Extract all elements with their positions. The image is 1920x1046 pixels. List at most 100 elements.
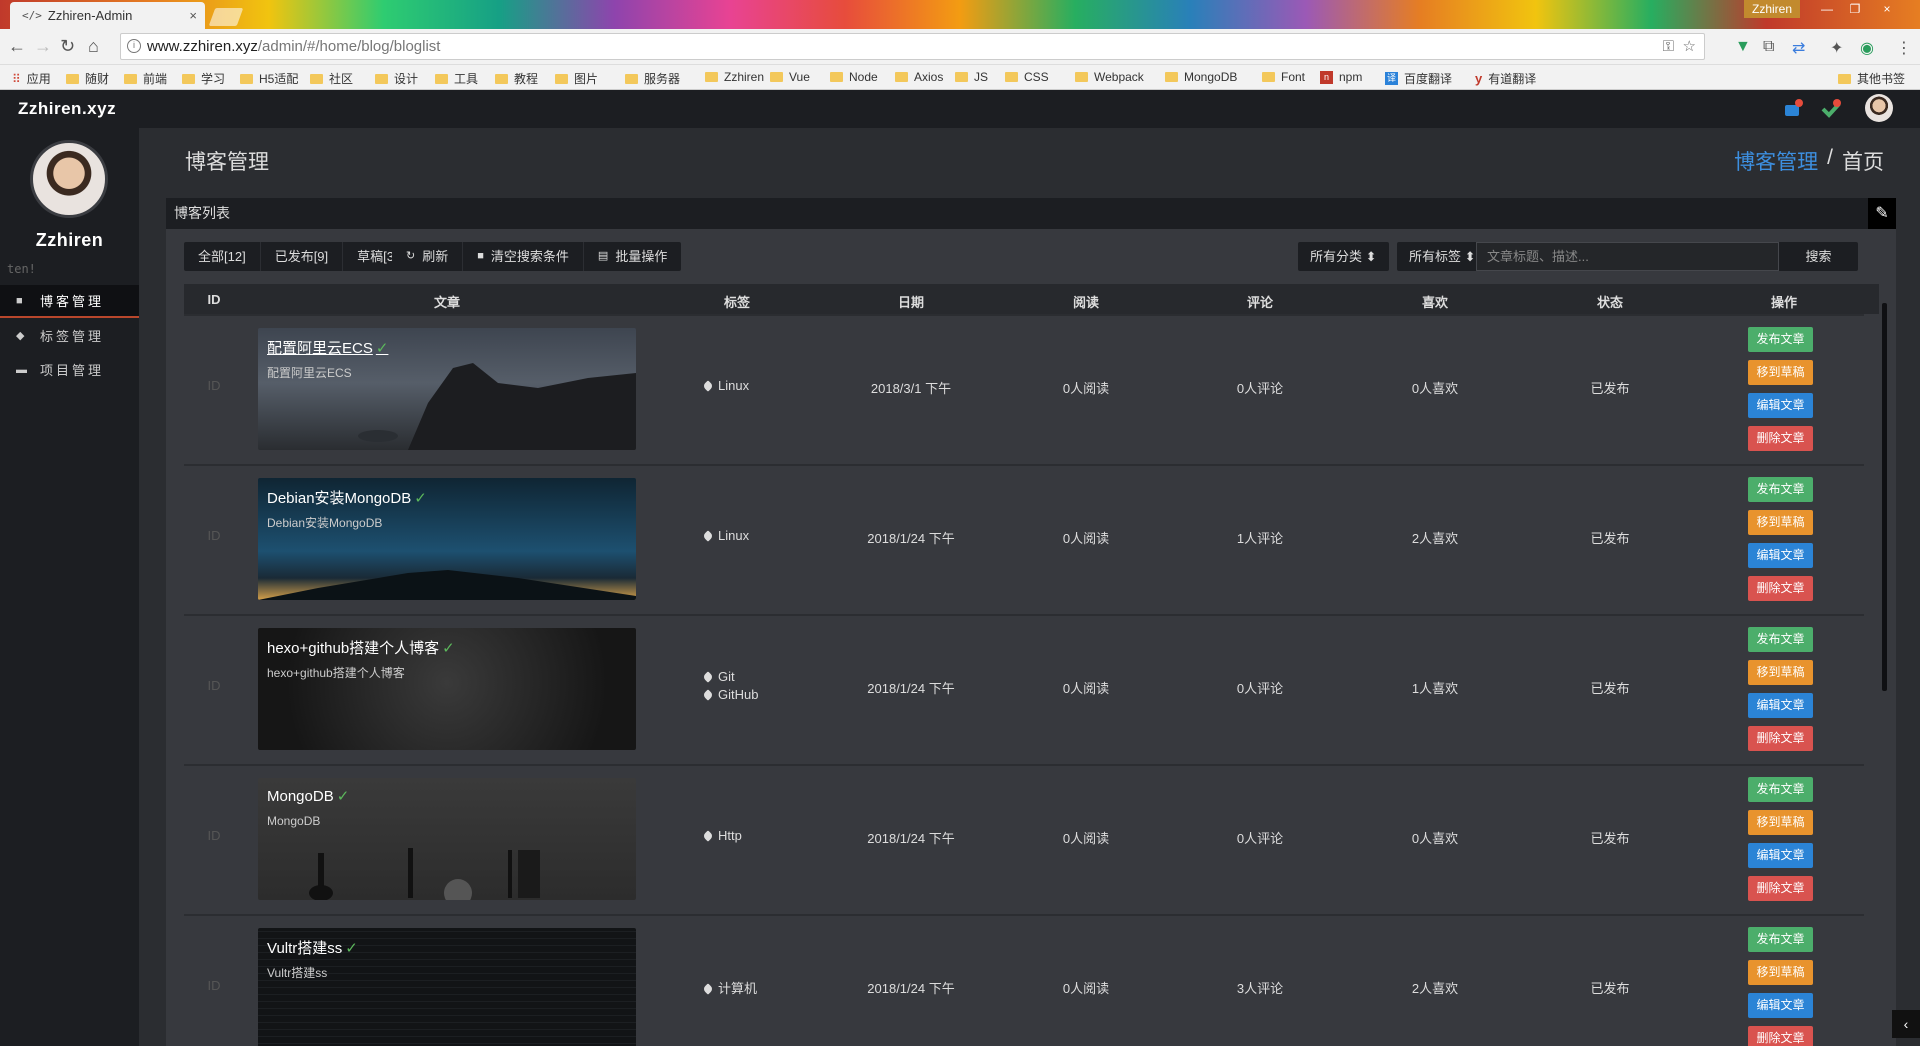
bookmark-item[interactable]: 设计 — [375, 70, 418, 87]
move-to-draft-button[interactable]: 移到草稿 — [1748, 960, 1813, 985]
bookmark-item[interactable]: 前端 — [124, 70, 167, 87]
bookmark-item[interactable]: 图片 — [555, 70, 598, 87]
edit-button[interactable]: 编辑文章 — [1748, 843, 1813, 868]
tag-label[interactable]: Linux — [702, 528, 749, 543]
article-thumbnail[interactable]: Vultr搭建ss ✓ Vultr搭建ss — [258, 928, 636, 1046]
article-thumbnail[interactable]: Debian安装MongoDB ✓ Debian安装MongoDB — [258, 478, 636, 600]
bookmark-item[interactable]: Zzhiren — [705, 70, 764, 84]
user-avatar[interactable] — [1865, 94, 1893, 122]
edit-button[interactable]: 编辑文章 — [1748, 993, 1813, 1018]
back-icon[interactable]: ← — [8, 36, 26, 57]
bookmark-item[interactable]: Font — [1262, 70, 1305, 84]
tag-label[interactable]: Linux — [702, 378, 749, 393]
tag-label[interactable]: 计算机 — [702, 978, 757, 997]
tag-label[interactable]: GitHub — [702, 687, 758, 702]
key-icon[interactable]: ⚿ — [1663, 34, 1674, 59]
bookmark-item[interactable]: H5适配 — [240, 70, 298, 87]
article-title[interactable]: 配置阿里云ECS ✓ — [267, 337, 388, 358]
bookmark-item[interactable]: CSS — [1005, 70, 1049, 84]
bookmark-item[interactable]: 教程 — [495, 70, 538, 87]
bookmark-item[interactable]: Node — [830, 70, 878, 84]
restore-icon[interactable]: ❐ — [1842, 0, 1868, 18]
article-title[interactable]: Vultr搭建ss ✓ — [267, 937, 358, 958]
delete-button[interactable]: 删除文章 — [1748, 426, 1813, 451]
menu-icon[interactable]: ⋮ — [1896, 38, 1912, 58]
publish-button[interactable]: 发布文章 — [1748, 327, 1813, 352]
article-title[interactable]: Debian安装MongoDB ✓ — [267, 487, 427, 508]
other-bookmarks[interactable]: 其他书签 — [1838, 70, 1905, 87]
bookmark-item[interactable]: y 有道翻译 — [1475, 70, 1536, 87]
info-icon[interactable]: i — [127, 39, 141, 53]
table-scrollbar[interactable] — [1882, 303, 1887, 691]
bookmark-item[interactable]: MongoDB — [1165, 70, 1237, 84]
move-to-draft-button[interactable]: 移到草稿 — [1748, 660, 1813, 685]
publish-button[interactable]: 发布文章 — [1748, 777, 1813, 802]
publish-button[interactable]: 发布文章 — [1748, 927, 1813, 952]
edit-button[interactable]: 编辑文章 — [1748, 393, 1813, 418]
tag-label[interactable]: Http — [702, 828, 742, 843]
pencil-icon[interactable]: ✎ — [1868, 198, 1896, 229]
breadcrumb-link[interactable]: 博客管理 — [1734, 146, 1818, 176]
edit-button[interactable]: 编辑文章 — [1748, 693, 1813, 718]
tab-copy-icon[interactable]: ⧉ — [1763, 38, 1774, 56]
article-title[interactable]: MongoDB ✓ — [267, 787, 349, 805]
vue-devtools-icon[interactable]: ▼ — [1735, 38, 1751, 56]
batch-action-button[interactable]: ▤ 批量操作 — [583, 242, 682, 271]
clear-search-button[interactable]: ■ 清空搜索条件 — [463, 242, 584, 271]
notification-icon[interactable] — [1782, 98, 1804, 120]
close-tab-icon[interactable]: × — [189, 8, 197, 23]
bookmark-item[interactable]: JS — [955, 70, 988, 84]
close-window-icon[interactable]: × — [1874, 0, 1900, 18]
new-tab-button[interactable] — [208, 8, 244, 26]
bookmark-item[interactable]: n npm — [1320, 70, 1362, 84]
bookmark-item[interactable]: 学习 — [182, 70, 225, 87]
bookmark-item[interactable]: 服务器 — [625, 70, 680, 87]
search-button[interactable]: 搜索 — [1779, 242, 1858, 271]
sidebar-item-tags[interactable]: ◆ 标签管理 — [0, 319, 139, 352]
translate-icon[interactable]: ⇄ — [1792, 38, 1805, 58]
publish-button[interactable]: 发布文章 — [1748, 627, 1813, 652]
reload-icon[interactable]: ↻ — [60, 36, 75, 57]
article-thumbnail[interactable]: MongoDB ✓ MongoDB — [258, 778, 636, 900]
edit-button[interactable]: 编辑文章 — [1748, 543, 1813, 568]
bookmark-item[interactable]: 译百度翻译 — [1385, 70, 1452, 87]
article-title[interactable]: hexo+github搭建个人博客 ✓ — [267, 637, 455, 658]
window-user-badge[interactable]: Zzhiren — [1743, 0, 1800, 18]
browser-tab[interactable]: </> Zzhiren-Admin × — [10, 2, 205, 29]
message-icon[interactable] — [1820, 98, 1842, 120]
url-input[interactable]: i www.zzhiren.xyz/admin/#/home/blog/blog… — [120, 33, 1705, 60]
sidebar-item-blog[interactable]: ■ 博客管理 — [0, 285, 139, 318]
refresh-button[interactable]: ↻ 刷新 — [392, 242, 464, 271]
extension-icon[interactable]: ✦ — [1830, 38, 1843, 58]
tag-label[interactable]: Git — [702, 669, 735, 684]
article-thumbnail[interactable]: hexo+github搭建个人博客 ✓ hexo+github搭建个人博客 — [258, 628, 636, 750]
delete-button[interactable]: 删除文章 — [1748, 726, 1813, 751]
bookmark-item[interactable]: Webpack — [1075, 70, 1144, 84]
bookmark-item[interactable]: 随财 — [66, 70, 109, 87]
publish-button[interactable]: 发布文章 — [1748, 477, 1813, 502]
filter-published-button[interactable]: 已发布[9] — [260, 242, 344, 271]
move-to-draft-button[interactable]: 移到草稿 — [1748, 510, 1813, 535]
filter-all-button[interactable]: 全部[12] — [184, 242, 261, 271]
move-to-draft-button[interactable]: 移到草稿 — [1748, 810, 1813, 835]
forward-icon[interactable]: → — [34, 36, 52, 57]
move-to-draft-button[interactable]: 移到草稿 — [1748, 360, 1813, 385]
sidebar-item-projects[interactable]: ▬ 项目管理 — [0, 353, 139, 386]
brand-logo[interactable]: Zzhiren.xyz — [18, 99, 116, 119]
bookmark-item[interactable]: Vue — [770, 70, 810, 84]
star-icon[interactable]: ☆ — [1683, 34, 1696, 59]
delete-button[interactable]: 删除文章 — [1748, 876, 1813, 901]
minimize-icon[interactable]: — — [1814, 0, 1840, 18]
article-thumbnail[interactable]: 配置阿里云ECS ✓ 配置阿里云ECS — [258, 328, 636, 450]
bookmark-item[interactable]: 工具 — [435, 70, 478, 87]
search-input[interactable]: 文章标题、描述... — [1476, 242, 1779, 271]
chevron-left-icon[interactable]: ‹ — [1892, 1010, 1920, 1038]
home-icon[interactable]: ⌂ — [88, 36, 99, 57]
tag-select[interactable]: 所有标签 ⬍ — [1397, 242, 1488, 271]
bookmark-item[interactable]: 社区 — [310, 70, 353, 87]
bookmark-item[interactable]: Axios — [895, 70, 943, 84]
category-select[interactable]: 所有分类 ⬍ — [1298, 242, 1389, 271]
delete-button[interactable]: 删除文章 — [1748, 1026, 1813, 1046]
delete-button[interactable]: 删除文章 — [1748, 576, 1813, 601]
bookmark-item[interactable]: ⠿ 应用 — [12, 70, 51, 87]
